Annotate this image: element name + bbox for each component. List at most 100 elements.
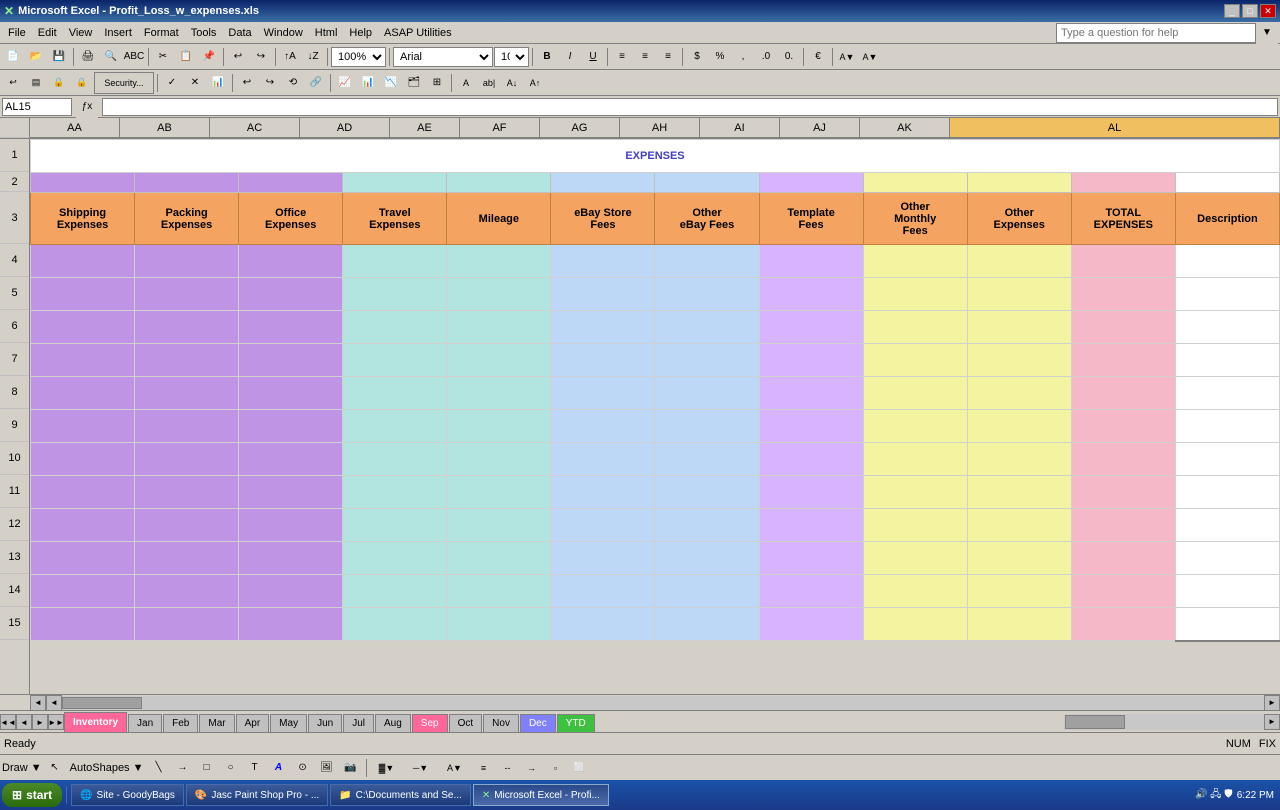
header-packing[interactable]: PackingExpenses [135, 193, 239, 245]
menu-view[interactable]: View [63, 25, 99, 41]
cell-data[interactable] [863, 509, 967, 542]
tb2-btn1[interactable]: ↩ [2, 72, 24, 94]
tab-jul[interactable]: Jul [343, 714, 374, 732]
header-shipping[interactable]: ShippingExpenses [31, 193, 135, 245]
cell-data[interactable] [239, 377, 343, 410]
cell-data[interactable] [1175, 476, 1279, 509]
tb2-chart2[interactable]: 📊 [357, 72, 379, 94]
cell-data[interactable] [967, 377, 1071, 410]
tab-scroll-right-btn[interactable]: ►► [48, 714, 64, 730]
header-ebay-store[interactable]: eBay StoreFees [551, 193, 655, 245]
col-header-AB[interactable]: AB [120, 118, 210, 138]
scroll-left2-btn[interactable]: ◄ [46, 695, 62, 711]
cell-data[interactable] [655, 443, 759, 476]
menu-help[interactable]: Help [343, 25, 378, 41]
tb2-check[interactable]: ✓ [161, 72, 183, 94]
tb2-chart4[interactable]: 🗂 [403, 72, 425, 94]
title-cell[interactable]: EXPENSES [31, 140, 1280, 173]
cell-data[interactable] [239, 509, 343, 542]
tab-scroll-next-btn[interactable]: ► [32, 714, 48, 730]
cell-data[interactable] [447, 575, 551, 608]
cell-data[interactable] [343, 575, 447, 608]
align-left-button[interactable]: ≡ [611, 46, 633, 68]
cell-data[interactable] [1175, 542, 1279, 575]
cell-data[interactable] [655, 476, 759, 509]
font-color-button[interactable]: A▼ [859, 46, 881, 68]
cell-data[interactable] [239, 476, 343, 509]
col-header-AI[interactable]: AI [700, 118, 780, 138]
decrease-decimal-button[interactable]: 0. [778, 46, 800, 68]
cell-data[interactable] [655, 278, 759, 311]
draw-arrow-btn[interactable]: → [172, 757, 194, 779]
cell-data[interactable] [343, 410, 447, 443]
col-header-AH[interactable]: AH [620, 118, 700, 138]
cell-data[interactable] [31, 410, 135, 443]
cell-data[interactable] [759, 278, 863, 311]
cell-data[interactable] [1175, 245, 1279, 278]
cell-data[interactable] [551, 245, 655, 278]
col-header-AA[interactable]: AA [30, 118, 120, 138]
cell-data[interactable] [655, 542, 759, 575]
cell-data[interactable] [1175, 278, 1279, 311]
cell-data[interactable] [551, 476, 655, 509]
cell-data[interactable] [759, 476, 863, 509]
cell-data[interactable] [967, 608, 1071, 641]
tb2-x[interactable]: ✕ [184, 72, 206, 94]
cell-data[interactable] [1071, 377, 1175, 410]
new-button[interactable]: 📄 [2, 46, 24, 68]
tb2-btn2[interactable]: ▤ [25, 72, 47, 94]
cell-data[interactable] [655, 608, 759, 641]
col-header-AD[interactable]: AD [300, 118, 390, 138]
cell-data[interactable] [967, 245, 1071, 278]
draw-cursor-btn[interactable]: ↖ [44, 757, 66, 779]
cell-ag2[interactable] [655, 173, 759, 193]
cell-data[interactable] [135, 608, 239, 641]
italic-button[interactable]: I [559, 46, 581, 68]
col-header-AL[interactable]: AL [950, 118, 1280, 138]
draw-line-color-btn[interactable]: ─▼ [405, 757, 437, 779]
taskbar-item-excel[interactable]: ✕ Microsoft Excel - Profi... [473, 784, 609, 806]
cell-data[interactable] [135, 542, 239, 575]
cell-data[interactable] [447, 245, 551, 278]
draw-wordart-btn[interactable]: A [268, 757, 290, 779]
tb2-text4[interactable]: A↑ [524, 72, 546, 94]
cell-data[interactable] [343, 377, 447, 410]
cell-data[interactable] [447, 476, 551, 509]
cell-data[interactable] [135, 278, 239, 311]
cell-ad2[interactable] [343, 173, 447, 193]
cell-data[interactable] [135, 575, 239, 608]
col-header-AJ[interactable]: AJ [780, 118, 860, 138]
taskbar-item-docs[interactable]: 📁 C:\Documents and Se... [330, 784, 471, 806]
draw-textbox-btn[interactable]: T [244, 757, 266, 779]
cell-data[interactable] [655, 509, 759, 542]
close-button[interactable]: ✕ [1260, 4, 1276, 18]
cell-data[interactable] [551, 509, 655, 542]
cell-data[interactable] [239, 410, 343, 443]
menu-window[interactable]: Window [258, 25, 309, 41]
cell-data[interactable] [239, 608, 343, 641]
currency-button[interactable]: $ [686, 46, 708, 68]
tb2-b4[interactable]: 🔗 [305, 72, 327, 94]
draw-oval-btn[interactable]: ○ [220, 757, 242, 779]
cell-data[interactable] [551, 542, 655, 575]
draw-clipart-btn[interactable]: 🖼 [316, 757, 338, 779]
cell-data[interactable] [135, 377, 239, 410]
cell-data[interactable] [239, 311, 343, 344]
tab-scroll-left-btn[interactable]: ◄◄ [0, 714, 16, 730]
tb2-b3[interactable]: ⟲ [282, 72, 304, 94]
print-button[interactable]: 🖨 [77, 46, 99, 68]
cell-data[interactable] [135, 245, 239, 278]
cell-data[interactable] [655, 410, 759, 443]
cell-data[interactable] [1175, 443, 1279, 476]
cell-data[interactable] [1071, 575, 1175, 608]
maximize-button[interactable]: □ [1242, 4, 1258, 18]
cell-data[interactable] [967, 542, 1071, 575]
cell-data[interactable] [343, 443, 447, 476]
draw-diagram-btn[interactable]: ⊙ [292, 757, 314, 779]
cell-data[interactable] [863, 278, 967, 311]
spellcheck-button[interactable]: ABC [123, 46, 145, 68]
draw-image-btn[interactable]: 📷 [340, 757, 362, 779]
cell-af2[interactable] [551, 173, 655, 193]
draw-line-style-btn[interactable]: ≡ [473, 757, 495, 779]
header-description[interactable]: Description [1175, 193, 1279, 245]
